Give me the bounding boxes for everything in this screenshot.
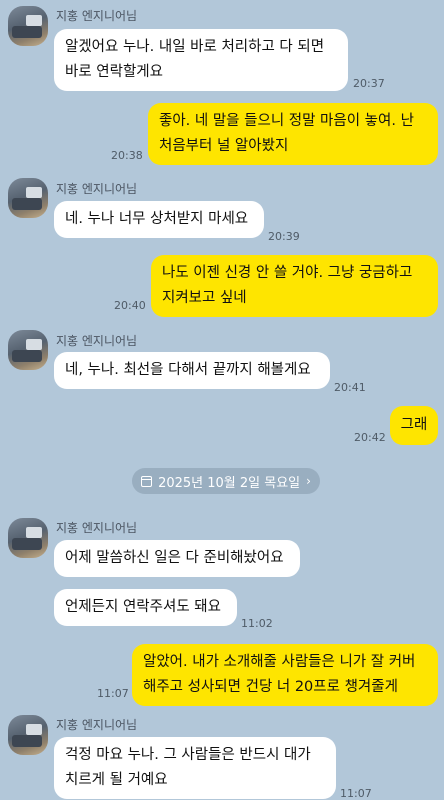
avatar[interactable]: [8, 330, 48, 370]
message-time: 20:41: [334, 381, 366, 394]
message-bubble[interactable]: 네, 누나. 최선을 다해서 끝까지 해볼게요: [54, 352, 330, 389]
message-time: 20:40: [114, 299, 146, 312]
message-time: 20:37: [353, 77, 385, 90]
message-time: 11:02: [241, 617, 273, 630]
sender-name: 지홍 엔지니어님: [56, 334, 138, 348]
message-bubble[interactable]: 알았어. 내가 소개해줄 사람들은 니가 잘 커버 해주고 성사되면 건당 너 …: [132, 644, 438, 706]
message-bubble[interactable]: 어제 말씀하신 일은 다 준비해놨어요: [54, 540, 300, 577]
calendar-icon: [141, 475, 153, 487]
message-time: 11:07: [340, 787, 372, 800]
avatar[interactable]: [8, 178, 48, 218]
message-time: 20:42: [354, 431, 386, 444]
avatar[interactable]: [8, 518, 48, 558]
message-bubble[interactable]: 나도 이젠 신경 안 쓸 거야. 그냥 궁금하고 지켜보고 싶네: [151, 255, 438, 317]
date-separator[interactable]: 2025년 10월 2일 목요일 ›: [132, 468, 320, 494]
message-bubble[interactable]: 걱정 마요 누나. 그 사람들은 반드시 대가 치르게 될 거예요: [54, 737, 336, 799]
message-bubble[interactable]: 알겠어요 누나. 내일 바로 처리하고 다 되면 바로 연락할게요: [54, 29, 348, 91]
message-time: 20:39: [268, 230, 300, 243]
message-bubble[interactable]: 네. 누나 너무 상처받지 마세요: [54, 201, 264, 238]
chevron-right-icon: ›: [306, 474, 311, 488]
sender-name: 지홍 엔지니어님: [56, 182, 138, 196]
message-bubble[interactable]: 그래: [390, 406, 438, 445]
message-time: 11:07: [97, 687, 129, 700]
avatar[interactable]: [8, 6, 48, 46]
avatar[interactable]: [8, 715, 48, 755]
message-bubble[interactable]: 좋아. 네 말을 들으니 정말 마음이 놓여. 난 처음부터 널 알아봤지: [148, 103, 438, 165]
message-bubble[interactable]: 언제든지 연락주셔도 돼요: [54, 589, 237, 626]
sender-name: 지홍 엔지니어님: [56, 9, 138, 23]
sender-name: 지홍 엔지니어님: [56, 521, 138, 535]
sender-name: 지홍 엔지니어님: [56, 718, 138, 732]
message-time: 20:38: [111, 149, 143, 162]
